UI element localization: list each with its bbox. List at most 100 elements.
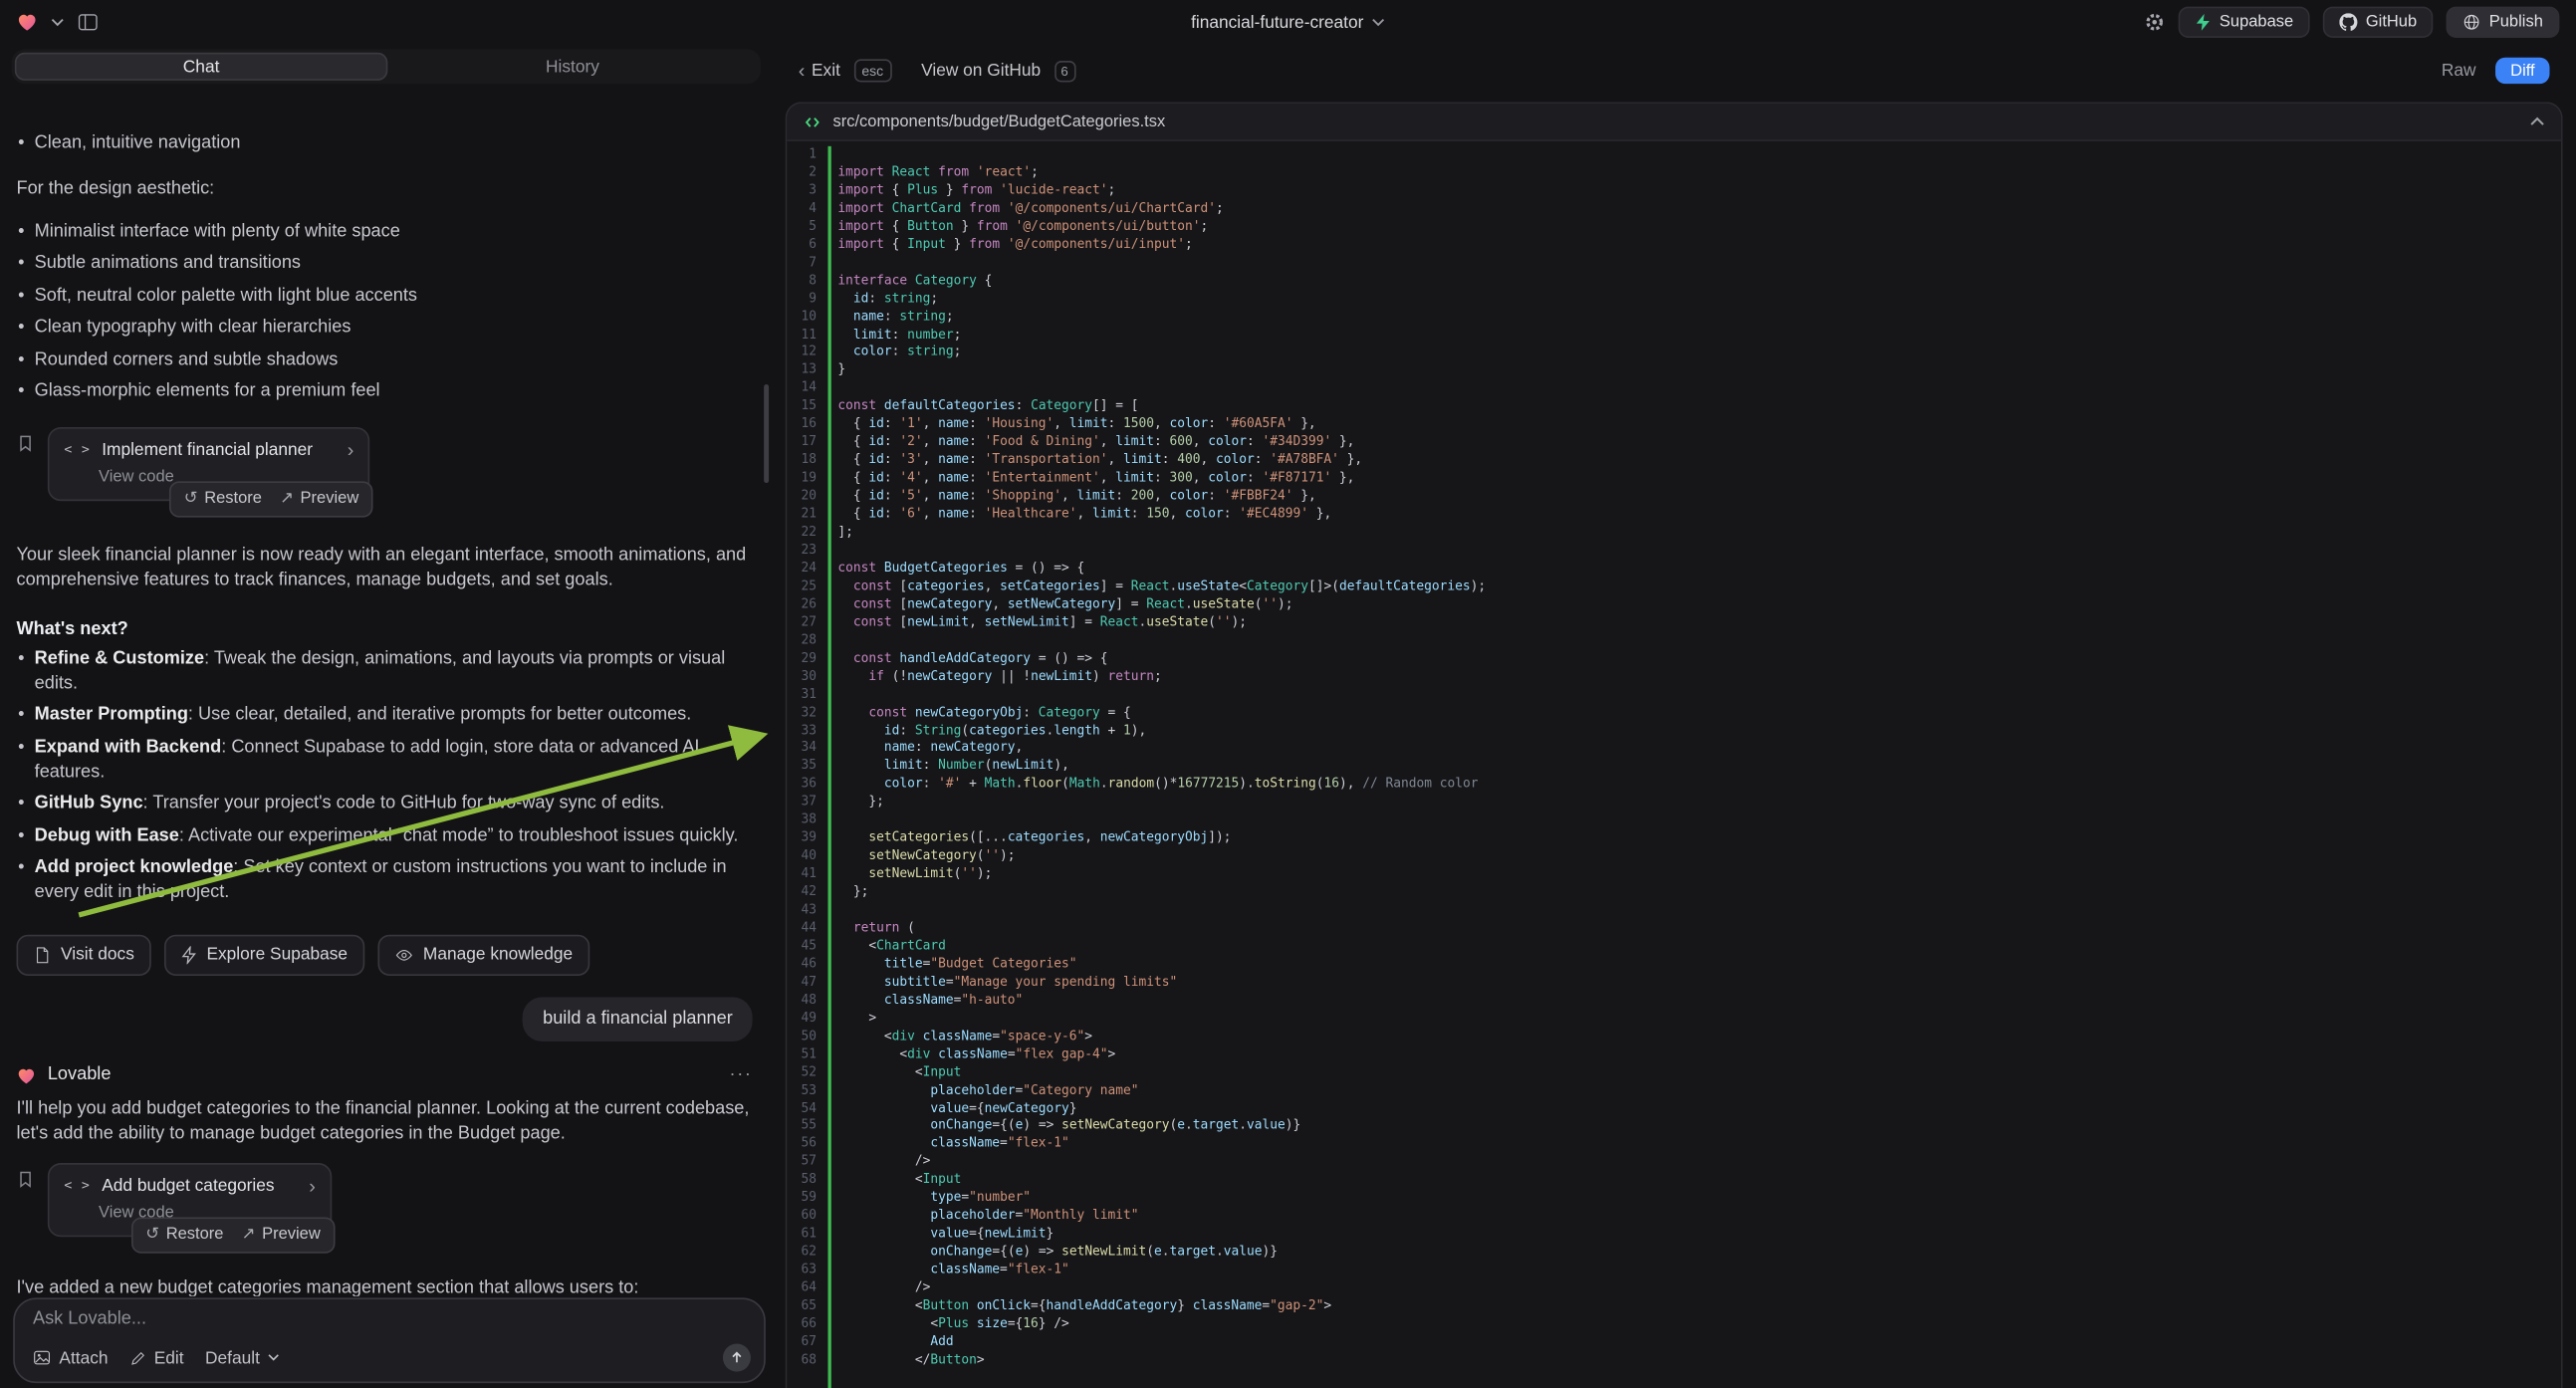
code-line: 61 value={newLimit} <box>787 1226 2561 1244</box>
code-line: 68 </Button> <box>787 1352 2561 1370</box>
edit-card-title: Implement financial planner <box>102 439 313 463</box>
mode-select[interactable]: Default <box>205 1348 280 1368</box>
bookmark-icon <box>16 1170 34 1237</box>
chat-panel: Chat History Clean, intuitive navigation… <box>0 45 772 1388</box>
code-line: 47 subtitle="Manage your spending limits… <box>787 974 2561 992</box>
code-panel: ‹ Exit esc View on GitHub 6 Raw Diff src… <box>772 45 2575 1388</box>
chat-messages: Clean, intuitive navigation For the desi… <box>0 126 772 1296</box>
code-line: 25 const [categories, setCategories] = R… <box>787 578 2561 596</box>
top-bar: financial-future-creator Supabase GitHub… <box>0 0 2576 45</box>
code-line: 33 id: String(categories.length + 1), <box>787 722 2561 740</box>
bullet-item: Clean, intuitive navigation <box>16 131 752 156</box>
exit-button[interactable]: ‹ Exit <box>799 59 840 82</box>
visit-docs-button[interactable]: Visit docs <box>16 935 150 977</box>
code-line: 14 <box>787 380 2561 398</box>
code-line: 54 value={newCategory} <box>787 1100 2561 1118</box>
preview-button[interactable]: ↗Preview <box>242 1225 321 1247</box>
code-line: 42 }; <box>787 884 2561 902</box>
chevron-down-icon <box>268 1354 280 1361</box>
bookmark-icon <box>16 434 34 501</box>
edit-button[interactable]: Edit <box>129 1348 184 1368</box>
bullet-item: Expand with Backend: Connect Supabase to… <box>16 736 752 785</box>
manage-knowledge-button[interactable]: Manage knowledge <box>377 935 589 977</box>
settings-gear-icon[interactable] <box>2144 12 2165 33</box>
design-bullet-list: Minimalist interface with plenty of whit… <box>16 220 752 404</box>
code-line: 44 return ( <box>787 920 2561 938</box>
supabase-label: Supabase <box>2220 13 2293 31</box>
publish-button[interactable]: Publish <box>2447 7 2560 38</box>
publish-label: Publish <box>2489 13 2543 31</box>
preview-button[interactable]: ↗Preview <box>280 489 358 511</box>
code-line: 5import { Button } from '@/components/ui… <box>787 218 2561 236</box>
code-line: 32 const newCategoryObj: Category = { <box>787 704 2561 722</box>
sidebar-toggle-icon[interactable] <box>78 12 99 33</box>
send-button[interactable] <box>723 1344 751 1372</box>
code-line: 4import ChartCard from '@/components/ui/… <box>787 200 2561 218</box>
code-line: 39 setCategories([...categories, newCate… <box>787 830 2561 848</box>
code-line: 53 placeholder="Category name" <box>787 1081 2561 1099</box>
assistant-paragraph: I'll help you add budget categories to t… <box>16 1097 752 1146</box>
assistant-header: Lovable ··· <box>16 1063 752 1088</box>
code-line: 8interface Category { <box>787 272 2561 290</box>
eye-icon <box>393 946 413 964</box>
code-line: 21 { id: '6', name: 'Healthcare', limit:… <box>787 506 2561 524</box>
code-line: 15const defaultCategories: Category[] = … <box>787 398 2561 416</box>
chat-scrollbar[interactable] <box>764 384 769 483</box>
assistant-paragraph: Your sleek financial planner is now read… <box>16 544 752 592</box>
restore-button[interactable]: ↺Restore <box>184 489 262 511</box>
code-line: 19 { id: '4', name: 'Entertainment', lim… <box>787 470 2561 488</box>
code-line: 22]; <box>787 524 2561 542</box>
github-button[interactable]: GitHub <box>2323 7 2434 38</box>
code-line: 63 className="flex-1" <box>787 1262 2561 1279</box>
bullet-item: Add project knowledge: Set key context o… <box>16 856 752 905</box>
collapse-chevron-icon[interactable] <box>2530 116 2545 126</box>
tab-chat[interactable]: Chat <box>15 53 388 81</box>
workspace-chevron-down-icon[interactable] <box>51 18 64 26</box>
supabase-button[interactable]: Supabase <box>2179 7 2310 38</box>
code-editor[interactable]: 12import React from 'react';3import { Pl… <box>787 141 2561 1388</box>
app-window: financial-future-creator Supabase GitHub… <box>0 0 2576 1388</box>
chevron-right-icon: › <box>325 441 354 461</box>
chat-input[interactable] <box>33 1309 746 1329</box>
edit-card-row: < > Add budget categories › View code ↺R… <box>16 1163 332 1237</box>
chat-composer: Attach Edit Default <box>13 1297 766 1383</box>
code-line: 37 }; <box>787 794 2561 811</box>
code-line: 62 onChange={(e) => setNewLimit(e.target… <box>787 1244 2561 1262</box>
code-line: 38 <box>787 811 2561 829</box>
diff-added-bar <box>827 146 830 1388</box>
restore-button[interactable]: ↺Restore <box>145 1225 223 1247</box>
view-on-github-link[interactable]: View on GitHub <box>921 61 1041 81</box>
diff-toggle[interactable]: Diff <box>2495 58 2549 84</box>
user-message-row: build a financial planner <box>16 998 752 1041</box>
tab-history[interactable]: History <box>387 53 757 81</box>
file-header: src/components/budget/BudgetCategories.t… <box>787 104 2561 141</box>
bullet-item: Soft, neutral color palette with light b… <box>16 284 752 309</box>
message-menu-button[interactable]: ··· <box>730 1063 753 1088</box>
user-message: build a financial planner <box>523 998 752 1041</box>
lovable-logo-heart-icon[interactable] <box>16 12 37 33</box>
attach-button[interactable]: Attach <box>33 1348 109 1368</box>
whats-next-heading: What's next? <box>16 617 752 642</box>
globe-icon <box>2462 13 2480 31</box>
code-line: 23 <box>787 542 2561 560</box>
supabase-bolt-icon <box>2195 13 2211 31</box>
code-line: 58 <Input <box>787 1172 2561 1190</box>
project-switcher[interactable]: financial-future-creator <box>1191 12 1385 32</box>
code-line: 65 <Button onClick={handleAddCategory} c… <box>787 1297 2561 1315</box>
code-line: 20 { id: '5', name: 'Shopping', limit: 2… <box>787 488 2561 506</box>
file-path: src/components/budget/BudgetCategories.t… <box>832 113 1165 130</box>
quick-actions: Visit docs Explore Supabase Manage knowl… <box>16 935 752 977</box>
project-title: financial-future-creator <box>1191 12 1363 32</box>
code-line: 6import { Input } from '@/components/ui/… <box>787 236 2561 254</box>
code-line: 24const BudgetCategories = () => { <box>787 560 2561 578</box>
code-line: 50 <div className="space-y-6"> <box>787 1028 2561 1045</box>
restore-preview-toolbar: ↺Restore ↗Preview <box>130 1218 335 1254</box>
raw-toggle[interactable]: Raw <box>2442 61 2476 81</box>
edit-card-row: < > Implement financial planner › View c… <box>16 427 369 501</box>
code-line: 57 /> <box>787 1154 2561 1172</box>
chat-tabs: Chat History <box>12 49 761 84</box>
explore-supabase-button[interactable]: Explore Supabase <box>164 935 364 977</box>
file-code-icon <box>804 113 821 130</box>
code-brackets-icon: < > <box>64 1177 90 1195</box>
bullet-item: GitHub Sync: Transfer your project's cod… <box>16 792 752 816</box>
